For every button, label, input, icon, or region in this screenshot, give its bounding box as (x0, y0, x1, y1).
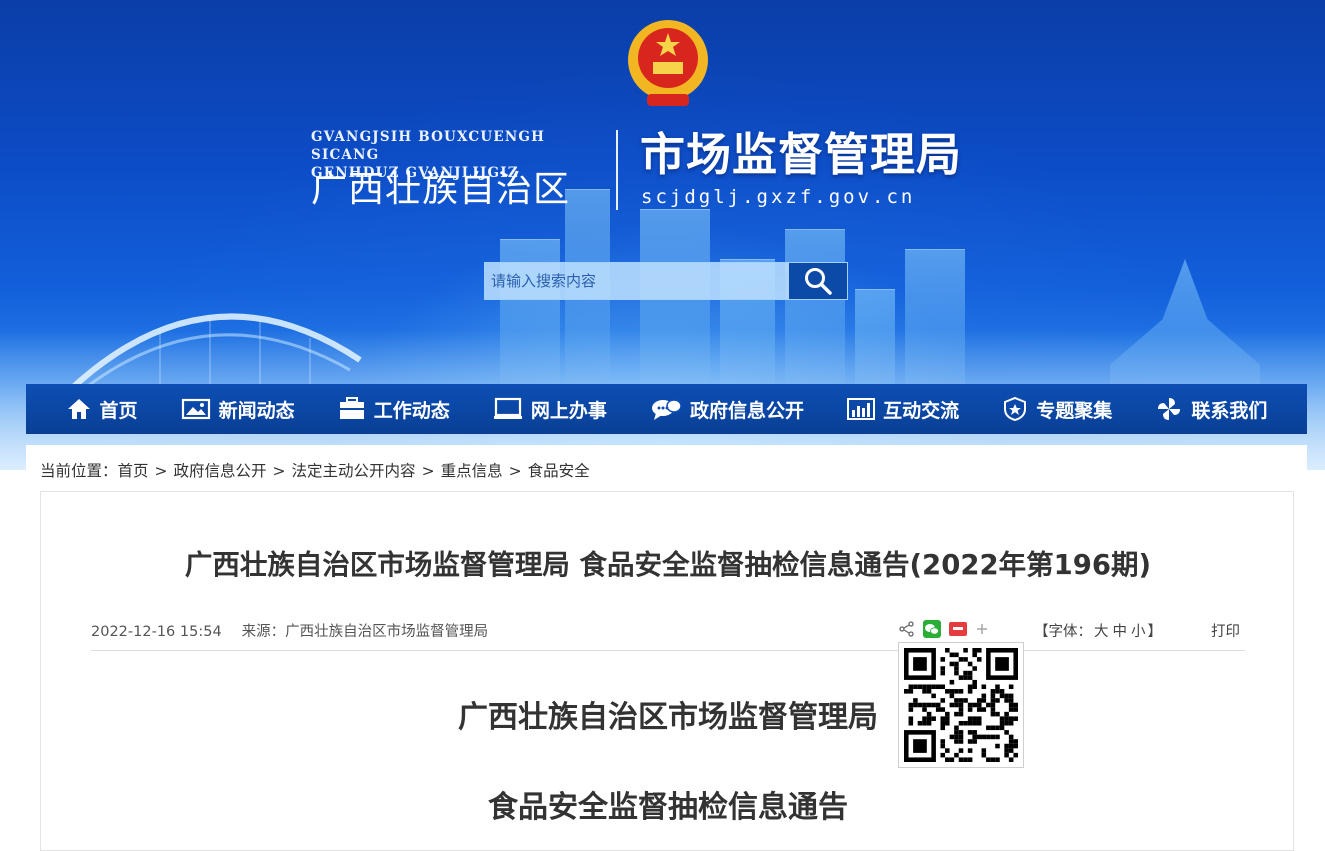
main-content: 当前位置：首页 > 政府信息公开 > 法定主动公开内容 > 重点信息 > 食品安全 广西壮族自治… (26, 445, 1307, 851)
qr-code-icon (904, 648, 1018, 762)
article-source-value: 广西壮族自治区市场监督管理局 (285, 624, 489, 640)
nav-item-label: 首页 (99, 399, 138, 422)
image-icon (181, 398, 210, 420)
shield-icon (1004, 396, 1027, 422)
search-input[interactable] (485, 263, 789, 299)
nav-item-label: 互动交流 (883, 399, 960, 422)
font-size-control: 【字体：大中小】 (1034, 620, 1162, 641)
region-name-chinese: 广西壮族自治区 (311, 169, 571, 210)
nav-item-topics[interactable]: 专题聚集 (1002, 396, 1112, 423)
nav-item-label: 工作动态 (373, 399, 450, 422)
article-date: 2022-12-16 15:54 (91, 624, 222, 640)
article-panel: 广西壮族自治区市场监督管理局 食品安全监督抽检信息通告(2022年第196期) … (40, 491, 1294, 851)
breadcrumb-separator: > (508, 462, 522, 480)
nav-item-label: 政府信息公开 (690, 399, 805, 422)
home-icon (67, 399, 90, 419)
font-size-label: 【字体： (1034, 624, 1092, 640)
share-buttons (899, 620, 989, 638)
nav-item-label: 网上办事 (530, 399, 607, 422)
qr-code-popup (898, 642, 1024, 768)
nav-item-gov-info[interactable]: 政府信息公开 (650, 396, 804, 423)
article-title: 广西壮族自治区市场监督管理局 食品安全监督抽检信息通告(2022年第196期) (184, 549, 1152, 581)
speech-bubble-icon (652, 399, 682, 420)
meta-divider (91, 650, 1245, 651)
monitor-icon (493, 397, 522, 419)
search-button[interactable] (789, 263, 847, 299)
national-emblem-icon (628, 20, 708, 106)
breadcrumb-link-gov-info[interactable]: 政府信息公开 (174, 462, 267, 480)
search-icon (805, 268, 832, 295)
share-icon[interactable] (899, 621, 915, 637)
article-source-label: 来源： (241, 624, 286, 640)
breadcrumb-separator: > (154, 462, 168, 480)
article-source: 来源：广西壮族自治区市场监督管理局 (242, 624, 489, 640)
bar-chart-icon (847, 398, 876, 420)
site-domain: scjdglj.gxzf.gov.cn (641, 186, 916, 208)
font-size-medium[interactable]: 中 (1113, 624, 1128, 640)
nav-item-online-services[interactable]: 网上办事 (493, 396, 607, 423)
font-size-small[interactable]: 小 (1131, 624, 1146, 640)
wechat-icon[interactable] (923, 620, 941, 638)
nav-item-contact[interactable]: 联系我们 (1155, 395, 1267, 423)
pinwheel-icon (1158, 398, 1181, 420)
region-name-zhuang-line1: GVANGJSIH BOUXCUENGH SICANG (311, 129, 546, 163)
more-share-icon[interactable] (975, 622, 989, 636)
main-nav: 首页 新闻动态 工作动态 网上办事 政府信息公开 互动交流 专题聚集 联系我们 (26, 384, 1307, 434)
nav-item-interaction[interactable]: 互动交流 (847, 396, 959, 423)
nav-item-label: 新闻动态 (218, 399, 295, 422)
document-heading: 食品安全监督抽检信息通告 (488, 790, 848, 825)
breadcrumb-separator: > (421, 462, 435, 480)
agency-title: 市场监督管理局 (640, 128, 963, 181)
document-issuer: 广西壮族自治区市场监督管理局 (458, 700, 878, 735)
font-size-large[interactable]: 大 (1094, 624, 1109, 640)
briefcase-icon (339, 397, 364, 419)
nav-item-work[interactable]: 工作动态 (338, 396, 450, 423)
print-button[interactable]: 打印 (1211, 620, 1240, 641)
nav-item-home[interactable]: 首页 (66, 396, 138, 423)
breadcrumb-link-statutory[interactable]: 法定主动公开内容 (292, 462, 416, 480)
breadcrumb-link-home[interactable]: 首页 (118, 462, 149, 480)
font-size-label-close: 】 (1147, 624, 1163, 640)
breadcrumb-prefix: 当前位置： (40, 462, 118, 480)
header-divider (616, 130, 618, 210)
nav-item-label: 专题聚集 (1036, 399, 1113, 422)
search-bar (484, 262, 848, 300)
article-meta: 2022-12-16 15:54 来源：广西壮族自治区市场监督管理局 (91, 620, 488, 641)
breadcrumb-link-key-info[interactable]: 重点信息 (441, 462, 503, 480)
breadcrumb-link-food-safety[interactable]: 食品安全 (528, 462, 590, 480)
breadcrumb-separator: > (272, 462, 286, 480)
nav-item-label: 联系我们 (1191, 399, 1268, 422)
breadcrumb: 当前位置：首页 > 政府信息公开 > 法定主动公开内容 > 重点信息 > 食品安全 (40, 459, 590, 481)
weibo-icon[interactable] (949, 622, 967, 636)
nav-item-news[interactable]: 新闻动态 (181, 396, 295, 423)
